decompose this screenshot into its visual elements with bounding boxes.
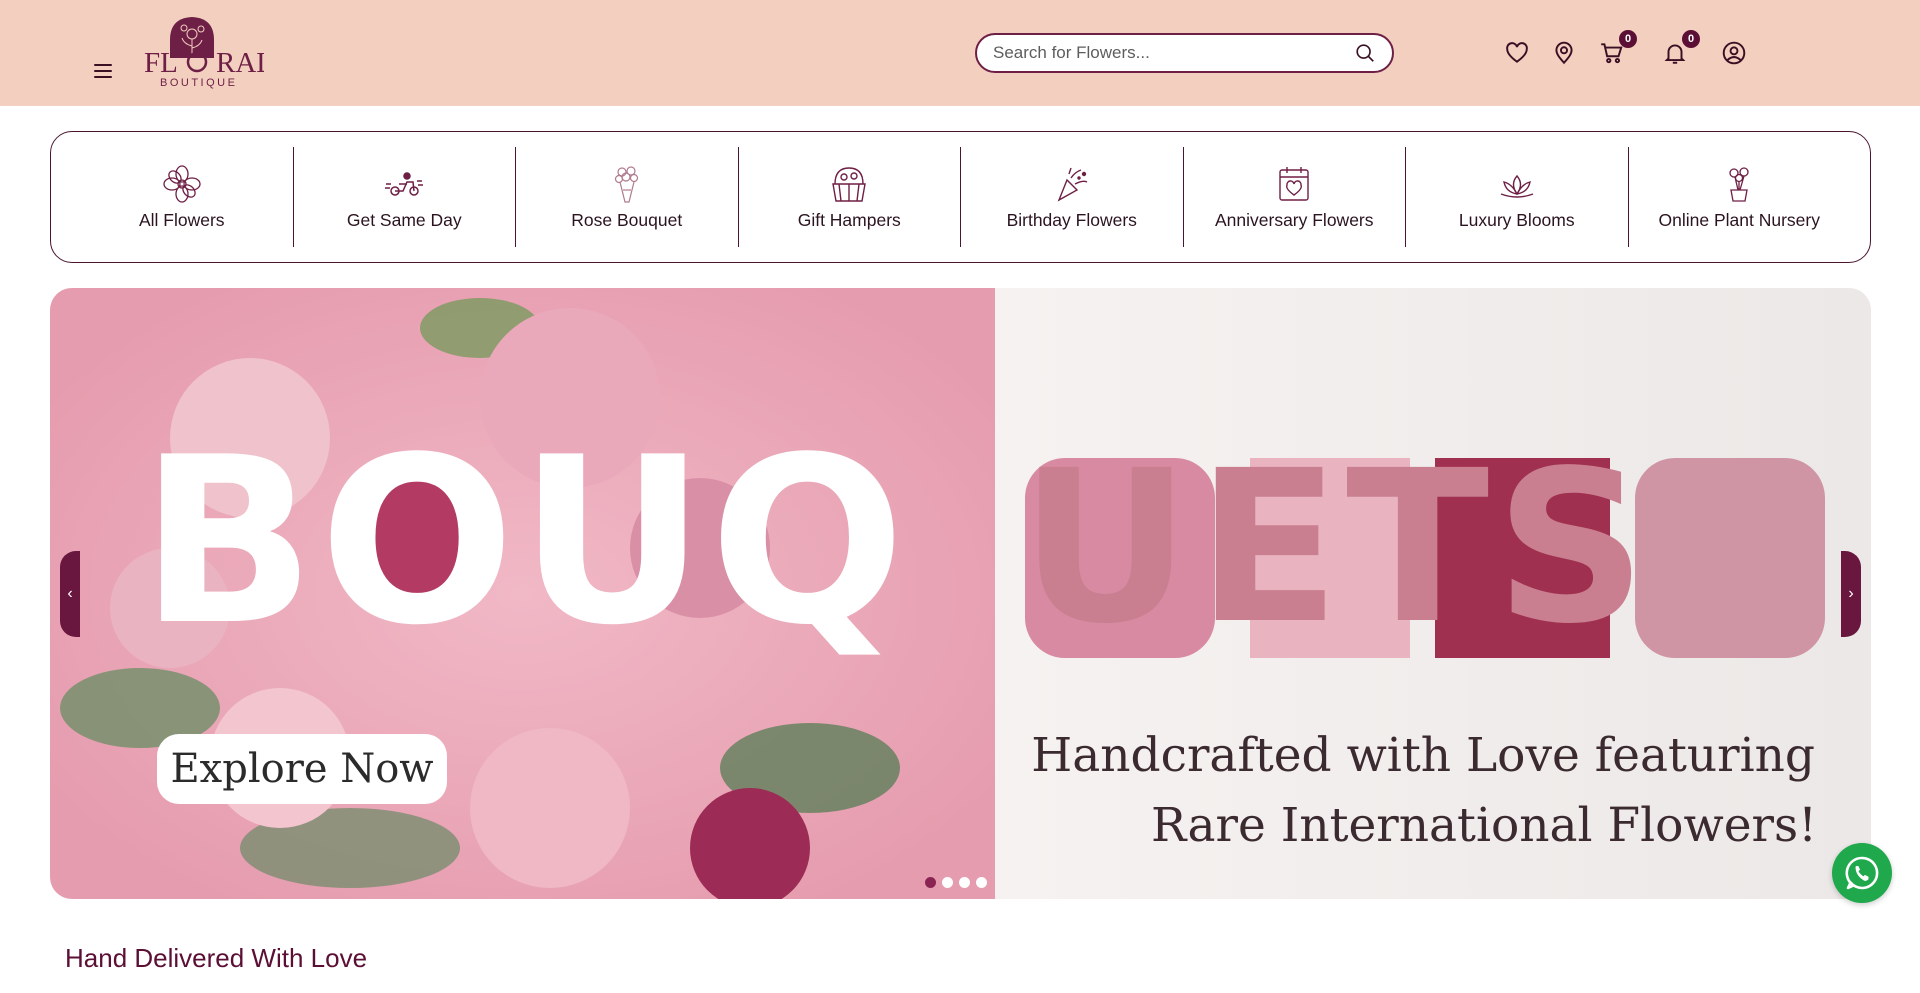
- category-label: Luxury Blooms: [1458, 209, 1575, 230]
- party-popper-icon: [1051, 164, 1093, 204]
- search-bar: [975, 33, 1394, 73]
- notification-bell-icon[interactable]: 0: [1662, 30, 1700, 66]
- banner-tagline-line1: Handcrafted with Love featuring: [1031, 728, 1815, 783]
- carousel-dot-4[interactable]: [976, 877, 987, 888]
- banner-headline-left: BOUQ: [140, 409, 910, 676]
- search-input[interactable]: [977, 35, 1354, 71]
- flower-icon: [161, 164, 203, 204]
- hero-banner[interactable]: BOUQ UETS Explore Now Handcrafted with L…: [50, 288, 1871, 899]
- whatsapp-chat-button[interactable]: [1832, 843, 1892, 903]
- category-label: Gift Hampers: [797, 209, 901, 230]
- cart-count-badge: 0: [1619, 30, 1637, 48]
- category-birthday-flowers[interactable]: Birthday Flowers: [961, 147, 1184, 247]
- chevron-left-icon: ‹: [67, 585, 73, 602]
- delivery-scooter-icon: [383, 164, 425, 204]
- category-luxury-blooms[interactable]: Luxury Blooms: [1406, 147, 1629, 247]
- brand-logo[interactable]: FL RAL BOUTIQUE: [140, 14, 264, 90]
- banner-tagline-line2: Rare International Flowers!: [1151, 798, 1817, 853]
- rose-bouquet-icon: [606, 164, 648, 204]
- chevron-right-icon: ›: [1848, 585, 1854, 602]
- category-nav: All Flowers Get Same Day Rose Bouquet Gi…: [50, 131, 1871, 263]
- section-title: Hand Delivered With Love: [65, 943, 368, 973]
- potted-plant-icon: [1718, 164, 1760, 204]
- category-plant-nursery[interactable]: Online Plant Nursery: [1629, 147, 1851, 247]
- svg-text:FL: FL: [144, 47, 178, 79]
- category-all-flowers[interactable]: All Flowers: [71, 147, 294, 247]
- gift-hamper-icon: [828, 164, 870, 204]
- carousel-dot-1[interactable]: [925, 877, 936, 888]
- category-label: Rose Bouquet: [571, 209, 683, 230]
- category-label: Birthday Flowers: [1006, 209, 1137, 230]
- category-same-day[interactable]: Get Same Day: [294, 147, 516, 247]
- calendar-heart-icon: [1273, 164, 1315, 204]
- search-icon[interactable]: [1354, 42, 1376, 64]
- site-header: FL RAL BOUTIQUE 0 0: [0, 0, 1920, 106]
- category-gift-hampers[interactable]: Gift Hampers: [739, 147, 961, 247]
- location-pin-icon[interactable]: [1551, 40, 1577, 66]
- category-rose-bouquet[interactable]: Rose Bouquet: [516, 147, 739, 247]
- hamburger-icon[interactable]: [94, 64, 112, 78]
- notification-count-badge: 0: [1682, 30, 1700, 48]
- category-label: Online Plant Nursery: [1658, 209, 1820, 230]
- category-anniversary-flowers[interactable]: Anniversary Flowers: [1184, 147, 1406, 247]
- category-label: All Flowers: [138, 209, 225, 230]
- cart-icon[interactable]: 0: [1599, 30, 1637, 66]
- carousel-dot-2[interactable]: [942, 877, 953, 888]
- carousel-dots: [925, 877, 987, 888]
- explore-now-button[interactable]: Explore Now: [157, 734, 447, 804]
- wishlist-heart-icon[interactable]: [1504, 40, 1530, 66]
- banner-headline-right: UETS: [1020, 425, 1653, 670]
- user-account-icon[interactable]: [1721, 40, 1747, 66]
- svg-text:BOUTIQUE: BOUTIQUE: [160, 77, 237, 89]
- carousel-next-button[interactable]: ›: [1841, 551, 1861, 637]
- category-label: Anniversary Flowers: [1214, 209, 1374, 230]
- whatsapp-icon: [1845, 856, 1879, 890]
- svg-text:RAL: RAL: [216, 47, 264, 79]
- category-label: Get Same Day: [346, 209, 462, 230]
- carousel-dot-3[interactable]: [959, 877, 970, 888]
- lotus-icon: [1496, 164, 1538, 204]
- carousel-prev-button[interactable]: ‹: [60, 551, 80, 637]
